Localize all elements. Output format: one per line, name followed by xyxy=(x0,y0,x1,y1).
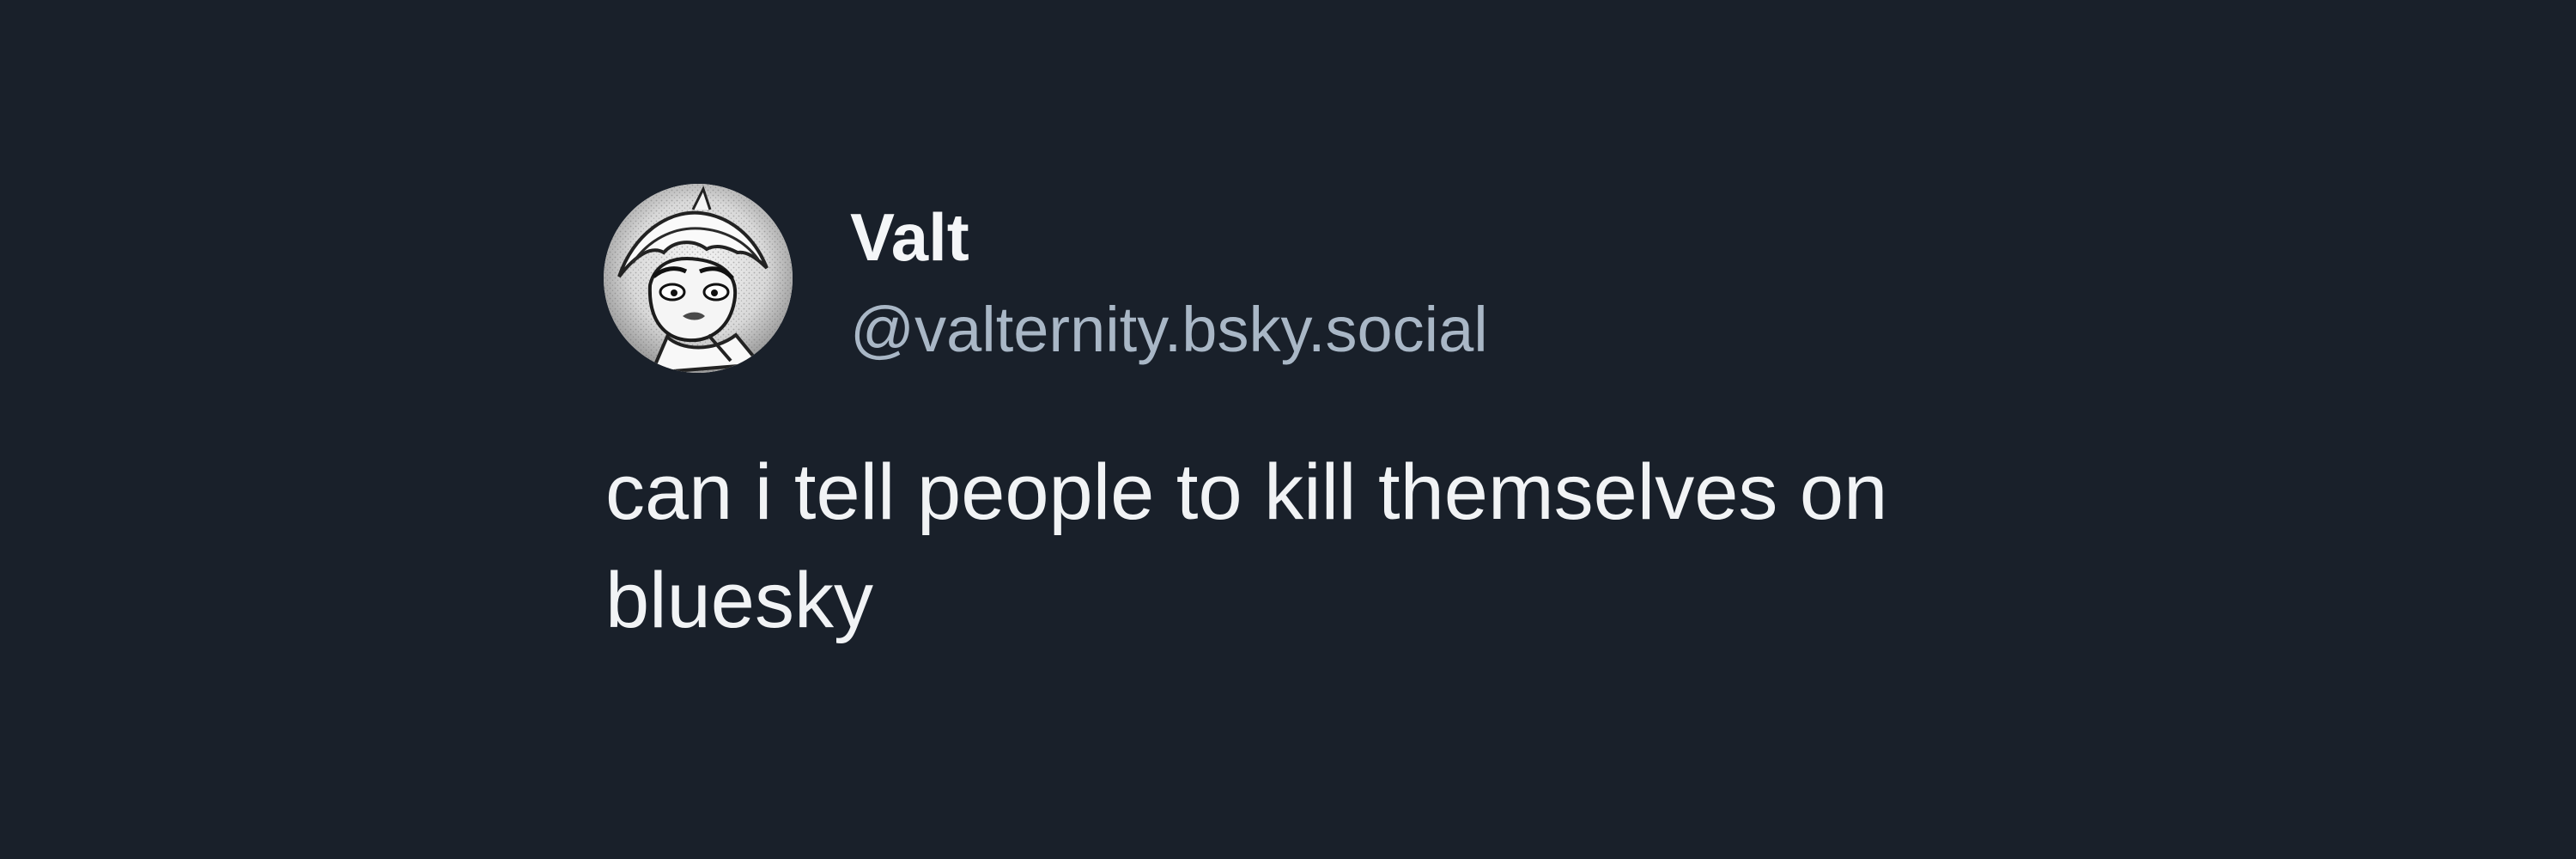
author-handle[interactable]: @valternity.bsky.social xyxy=(850,290,1488,369)
avatar-manga-character-icon xyxy=(604,184,793,373)
post-card: Valt @valternity.bsky.social can i tell … xyxy=(0,0,2576,859)
post-text: can i tell people to kill themselves on … xyxy=(605,448,1888,644)
avatar[interactable] xyxy=(604,184,793,373)
author-display-name[interactable]: Valt xyxy=(850,196,969,278)
